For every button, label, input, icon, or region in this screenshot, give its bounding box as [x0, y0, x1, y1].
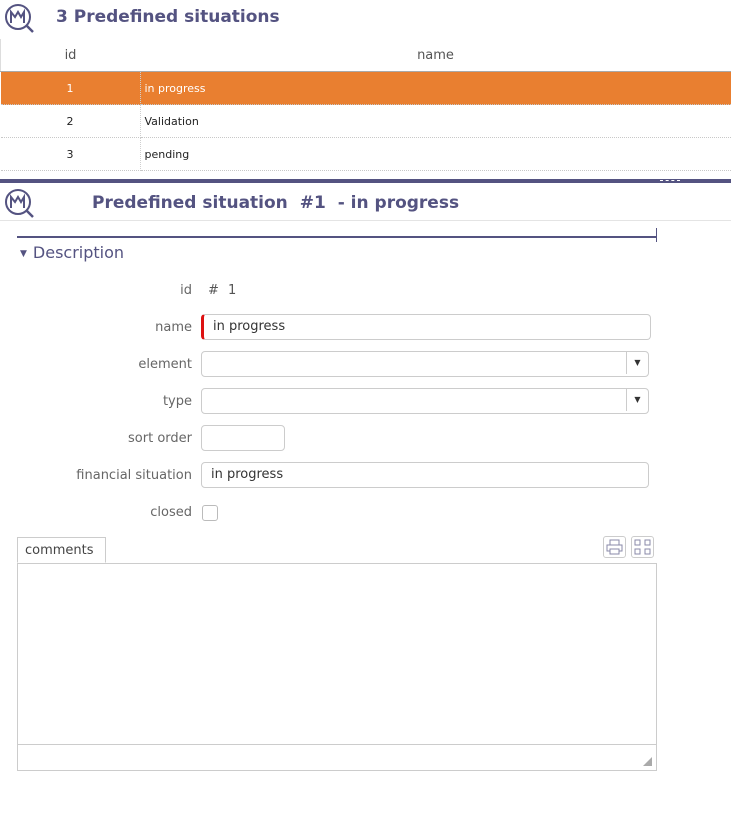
row-id-cell[interactable]: 2 [0, 104, 141, 138]
type-label: type [162, 394, 192, 409]
comments-status-bar [18, 744, 656, 770]
table-row[interactable]: 1 in progress [0, 71, 731, 105]
sort-order-input[interactable] [201, 425, 285, 451]
name-label: name [155, 320, 192, 335]
comments-text[interactable] [24, 570, 650, 738]
print-button[interactable] [603, 536, 626, 558]
row-name-cell[interactable]: pending [140, 137, 731, 171]
pane-splitter[interactable] [0, 179, 731, 183]
fullscreen-icon [634, 539, 651, 555]
planning-chart-icon [5, 189, 34, 218]
name-input[interactable]: in progress [201, 314, 651, 340]
chevron-down-icon[interactable]: ▼ [626, 352, 648, 374]
closed-checkbox[interactable] [202, 505, 218, 521]
expand-editor-button[interactable] [631, 536, 654, 558]
list-header: 3 Predefined situations [0, 0, 731, 38]
detail-title-name: - in progress [337, 193, 460, 213]
table-header-row: id name [0, 39, 731, 72]
financial-situation-input[interactable]: in progress [201, 462, 649, 488]
detail-title: Predefined situation #1 - in progress [92, 193, 465, 213]
section-divider-end [656, 228, 657, 242]
sort-order-label: sort order [128, 431, 192, 446]
type-select[interactable]: ▼ [201, 388, 649, 414]
detail-title-id: #1 [299, 193, 326, 213]
comments-editor[interactable] [17, 563, 657, 771]
row-id-cell[interactable]: 1 [0, 71, 141, 105]
id-hash: # [208, 283, 219, 298]
comments-tab[interactable]: comments [17, 537, 106, 563]
splitter-grip-handle[interactable] [660, 180, 680, 183]
section-divider [17, 236, 657, 238]
printer-icon [606, 539, 623, 555]
table-row[interactable]: 3 pending [0, 137, 731, 171]
element-label: element [138, 357, 192, 372]
caret-down-icon: ▼ [20, 248, 27, 259]
table-row[interactable]: 2 Validation [0, 104, 731, 138]
detail-title-prefix: Predefined situation [92, 193, 288, 213]
column-header-name[interactable]: name [140, 39, 731, 72]
closed-label: closed [150, 505, 192, 520]
id-value: 1 [228, 283, 237, 298]
row-name-cell[interactable]: Validation [140, 104, 731, 138]
column-header-id[interactable]: id [0, 39, 140, 72]
planning-chart-icon [5, 4, 34, 33]
situations-table: id name 1 in progress 2 Validation 3 pen… [0, 39, 731, 171]
resize-grip-icon[interactable] [643, 757, 652, 766]
row-id-cell[interactable]: 3 [0, 137, 141, 171]
financial-situation-label: financial situation [76, 468, 192, 483]
element-select[interactable]: ▼ [201, 351, 649, 377]
list-title: 3 Predefined situations [56, 7, 280, 27]
section-label: Description [32, 243, 125, 262]
chevron-down-icon[interactable]: ▼ [626, 389, 648, 411]
row-name-cell[interactable]: in progress [140, 71, 731, 105]
title-divider [0, 220, 731, 221]
description-section-toggle[interactable]: ▼ Description [20, 243, 124, 262]
id-label: id [180, 283, 192, 298]
